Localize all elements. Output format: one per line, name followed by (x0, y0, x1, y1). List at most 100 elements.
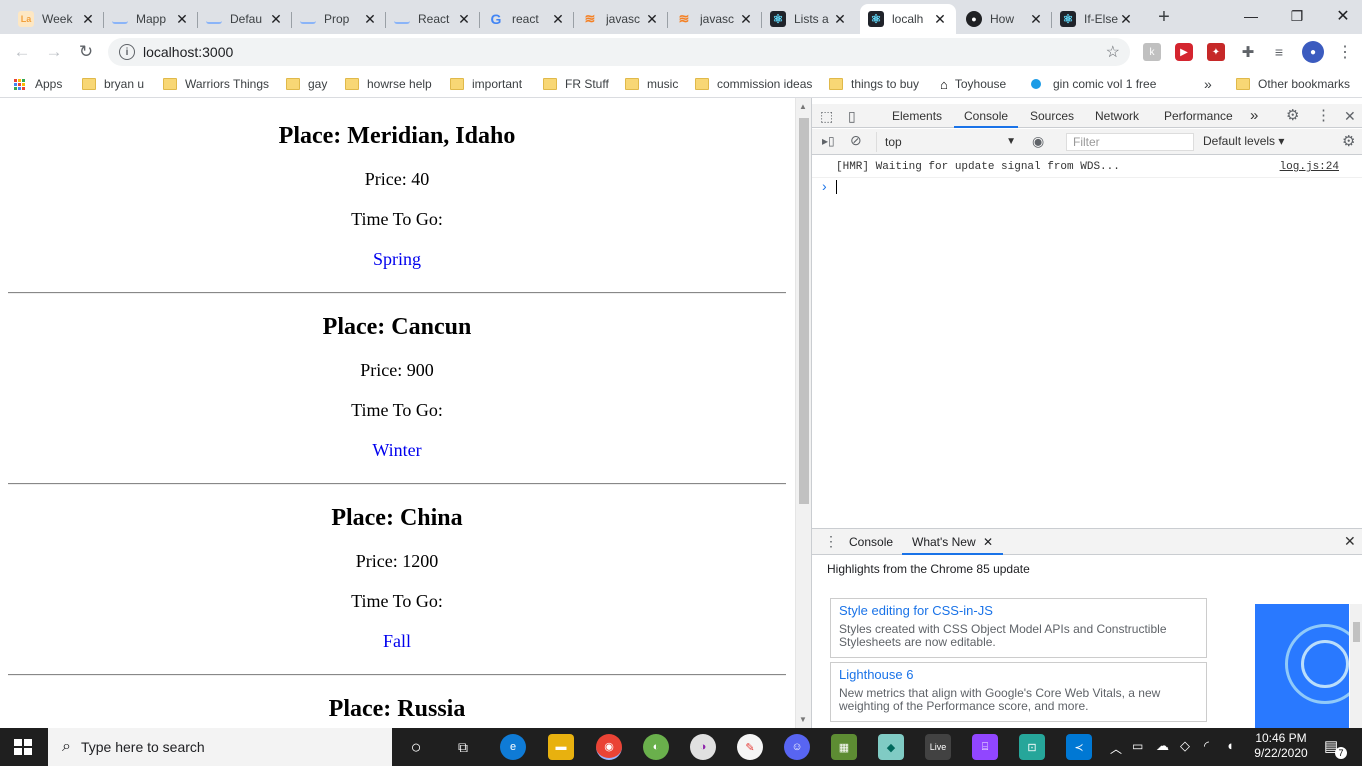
close-icon[interactable]: ✕ (80, 11, 96, 28)
drawer-tab-whats-new[interactable]: What's New ✕ (902, 529, 1004, 555)
paint-icon[interactable]: ✎ (737, 734, 763, 760)
close-devtools-icon[interactable]: ✕ (1344, 104, 1356, 128)
vscode-icon[interactable]: ≺ (1066, 734, 1092, 760)
bookmark-folder[interactable]: FR Stuff (543, 75, 609, 93)
app-icon[interactable]: ⊡ (1019, 734, 1045, 760)
close-icon[interactable]: ✕ (456, 11, 472, 28)
media-queue-icon[interactable]: ≡ (1270, 43, 1288, 61)
tab-performance[interactable]: Performance (1164, 104, 1233, 128)
highlight-title[interactable]: Lighthouse 6 (839, 667, 1198, 683)
tab[interactable]: ● How ✕ (958, 4, 1052, 34)
battery-icon[interactable]: ▭ (1132, 739, 1143, 753)
close-icon[interactable]: ✕ (362, 11, 378, 28)
close-icon[interactable]: ✕ (644, 11, 660, 28)
dropbox-icon[interactable]: ◇ (1180, 738, 1190, 754)
tab[interactable]: ⚛ If-Else ✕ (1052, 4, 1142, 34)
menu-icon[interactable]: ⋮ (1336, 43, 1354, 61)
close-icon[interactable]: ✕ (550, 11, 566, 28)
close-icon[interactable]: ✕ (174, 11, 190, 28)
tab[interactable]: Mapp ✕ (104, 4, 198, 34)
tab-sources[interactable]: Sources (1030, 104, 1074, 128)
clock[interactable]: 10:46 PM 9/22/2020 (1250, 731, 1312, 761)
cortana-icon[interactable]: ○ (403, 734, 429, 760)
extension-icon[interactable]: k (1143, 43, 1161, 61)
discord-icon[interactable]: ☺ (784, 734, 810, 760)
tab[interactable]: La Week ✕ (10, 4, 104, 34)
minecraft-icon[interactable]: ▦ (831, 734, 857, 760)
twitch-icon[interactable]: ⌸ (972, 734, 998, 760)
scrollbar-thumb[interactable] (799, 118, 809, 504)
bookmark-folder[interactable]: things to buy (829, 75, 919, 93)
close-icon[interactable]: ✕ (268, 11, 284, 28)
back-icon[interactable]: ← (10, 40, 34, 64)
scroll-down-icon[interactable]: ▼ (799, 715, 807, 724)
app-icon[interactable]: ◆ (878, 734, 904, 760)
tab-network[interactable]: Network (1095, 104, 1139, 128)
drawer-menu-icon[interactable]: ⋮ (824, 533, 838, 550)
app-icon[interactable]: ◑ (690, 734, 716, 760)
onedrive-icon[interactable]: ☁ (1156, 738, 1169, 754)
tab-active[interactable]: ⚛ localh ✕ (860, 4, 956, 34)
bookmark-folder[interactable]: commission ideas (695, 75, 812, 93)
volume-icon[interactable]: ◖ (1226, 738, 1234, 753)
close-icon[interactable]: ✕ (983, 535, 993, 549)
close-icon[interactable]: ✕ (1028, 11, 1044, 28)
gear-icon[interactable]: ⚙ (1286, 104, 1299, 128)
file-explorer-icon[interactable]: ▬ (548, 734, 574, 760)
star-icon[interactable]: ☆ (1106, 42, 1120, 62)
tab[interactable]: ≋ javasc ✕ (668, 4, 762, 34)
bookmarks-overflow-icon[interactable]: » (1204, 75, 1212, 93)
log-source-link[interactable]: log.js:24 (1280, 156, 1339, 178)
extension-icon[interactable]: ✦ (1207, 43, 1225, 61)
bookmark-folder[interactable]: music (625, 75, 678, 93)
inspect-icon[interactable]: ⬚ (820, 104, 833, 128)
info-icon[interactable]: i (119, 44, 135, 60)
drawer-scrollbar[interactable] (1350, 604, 1362, 729)
restore-icon[interactable]: ❐ (1274, 0, 1320, 32)
bookmark-link[interactable]: gin comic vol 1 free (1031, 75, 1156, 93)
context-select[interactable]: top ▼ (876, 132, 1016, 152)
close-icon[interactable]: ✕ (1118, 11, 1134, 28)
bookmark-folder[interactable]: bryan u (82, 75, 144, 93)
window-close-icon[interactable]: ✕ (1320, 0, 1362, 32)
tab-elements[interactable]: Elements (892, 104, 942, 128)
avatar[interactable]: ● (1302, 41, 1324, 63)
wifi-icon[interactable]: ◜ (1204, 738, 1209, 754)
apps-shortcut[interactable]: Apps (14, 75, 62, 93)
tab[interactable]: G react ✕ (480, 4, 574, 34)
bookmark-folder[interactable]: gay (286, 75, 327, 93)
drawer-tab-console[interactable]: Console (849, 535, 893, 549)
puzzle-icon[interactable]: ✚ (1239, 43, 1257, 61)
scroll-up-icon[interactable]: ▲ (799, 102, 807, 111)
close-icon[interactable]: ✕ (738, 11, 754, 28)
bookmark-folder[interactable]: Other bookmarks (1236, 75, 1350, 93)
reload-icon[interactable]: ↻ (74, 40, 98, 64)
chrome-icon[interactable]: ◉ (596, 734, 622, 760)
page-scrollbar[interactable]: ▲ ▼ (795, 98, 811, 728)
console-input-caret[interactable] (836, 180, 837, 194)
console-settings-icon[interactable]: ⚙ (1342, 132, 1355, 150)
bookmark-folder[interactable]: Warriors Things (163, 75, 269, 93)
eye-icon[interactable]: ◉ (1032, 133, 1044, 150)
chevron-up-icon[interactable]: ︿ (1110, 740, 1122, 757)
forward-icon[interactable]: → (42, 40, 66, 64)
taskbar-search[interactable]: ⌕ Type here to search (48, 728, 392, 766)
clear-console-icon[interactable]: ⊘ (850, 132, 862, 149)
bookmark-folder[interactable]: important (450, 75, 522, 93)
task-view-icon[interactable]: ⧉ (450, 734, 476, 760)
edge-icon[interactable]: e (500, 734, 526, 760)
tab[interactable]: ⚛ Lists a ✕ (762, 4, 856, 34)
bookmark-folder[interactable]: howrse help (345, 75, 432, 93)
windows-start-icon[interactable] (14, 739, 32, 755)
highlight-card[interactable]: Style editing for CSS-in-JS Styles creat… (830, 598, 1207, 658)
highlight-card[interactable]: Lighthouse 6 New metrics that align with… (830, 662, 1207, 722)
game-icon[interactable]: ◐ (643, 734, 669, 760)
address-bar[interactable]: i localhost:3000 ☆ (108, 38, 1130, 66)
close-drawer-icon[interactable]: ✕ (1344, 533, 1356, 550)
tab[interactable]: ≋ javasc ✕ (574, 4, 668, 34)
filter-input[interactable]: Filter (1066, 133, 1194, 151)
live-app-icon[interactable]: Live (925, 734, 951, 760)
bookmark-link[interactable]: ⌂ Toyhouse (940, 75, 1006, 93)
kebab-menu-icon[interactable]: ⋮ (1316, 104, 1331, 128)
tab[interactable]: Defau ✕ (198, 4, 292, 34)
